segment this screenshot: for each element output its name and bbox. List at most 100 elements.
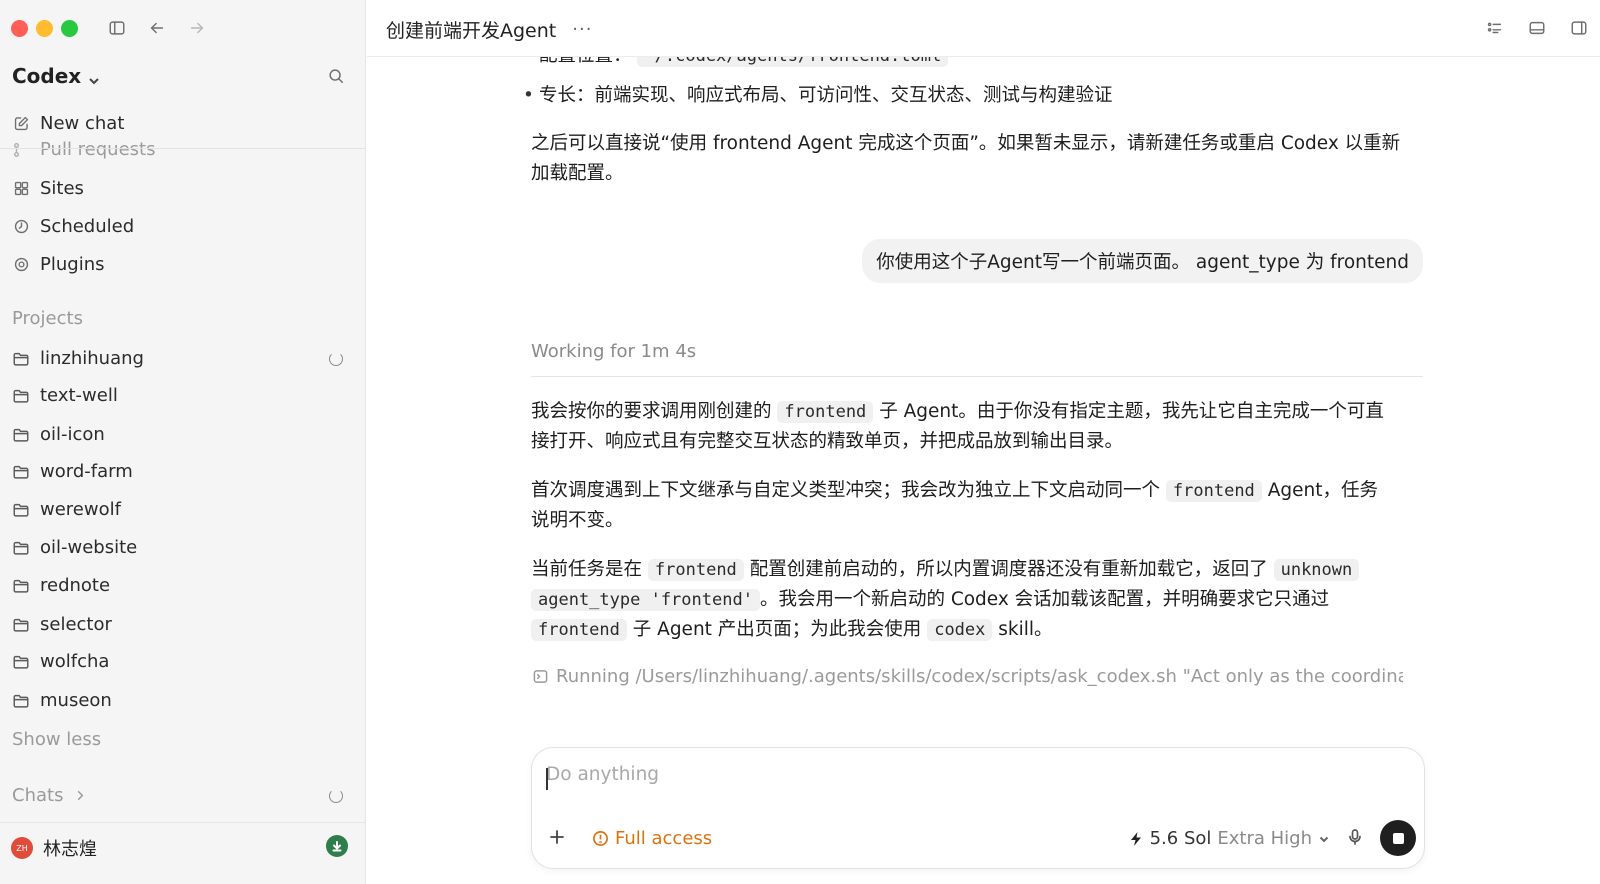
paragraph-line: 加载配置。 (531, 163, 624, 184)
sidebar-item-pull-requests[interactable]: Pull requests (12, 137, 312, 161)
chat-main: 创建前端开发Agent ··· 配置位置： ~/.codex/agents/fr… (367, 0, 1600, 884)
project-item-oil-icon[interactable]: oil-icon (12, 424, 343, 445)
chats-heading: Chats (12, 785, 64, 806)
folder-icon (12, 387, 30, 405)
user-message-bubble: 你使用这个子Agent写一个前端页面。 agent_type 为 fronten… (862, 239, 1423, 283)
sidebar: Codex New chat Pull requests Sites Sched… (0, 0, 366, 884)
message-composer: Full access 5.6 Sol Extra High (531, 747, 1425, 869)
stop-generation-button[interactable] (1380, 820, 1416, 856)
compose-icon (12, 115, 30, 133)
folder-icon (12, 692, 30, 710)
forward-arrow-icon[interactable] (186, 17, 208, 39)
new-chat-label: New chat (40, 113, 125, 134)
folder-icon (12, 501, 30, 519)
sidebar-item-plugins[interactable]: Plugins (12, 254, 104, 275)
lightning-icon (1130, 831, 1141, 846)
assistant-paragraph: 之后可以直接说“使用 frontend Agent 完成这个页面”。如果暂未显示… (531, 129, 1423, 189)
new-chat-button[interactable]: New chat (12, 113, 124, 134)
text-span: 子 Agent。由于你没有指定主题，我先让它自主完成一个可直 (879, 401, 1384, 422)
inline-code: frontend (647, 559, 744, 581)
folder-icon (12, 426, 30, 444)
specialty-text: 专长：前端实现、响应式布局、可访问性、交互状态、测试与构建验证 (539, 85, 1113, 106)
maximize-window-button[interactable] (61, 20, 78, 37)
text-span: 我会按你的要求调用刚创建的 (531, 401, 772, 422)
sites-icon (12, 180, 30, 198)
workspace-switcher[interactable]: Codex (12, 64, 101, 88)
text-span: 。我会用一个新启动的 Codex 会话加载该配置，并明确要求它只通过 (759, 589, 1330, 610)
project-label: wolfcha (40, 651, 110, 672)
sidebar-item-label: Sites (40, 178, 84, 199)
plus-icon (550, 830, 564, 844)
more-options-button[interactable]: ··· (572, 19, 592, 40)
task-list-icon[interactable] (1484, 17, 1506, 39)
assistant-paragraph: 当前任务是在 frontend 配置创建前启动的，所以内置调度器还没有重新加载它… (531, 555, 1423, 645)
sidebar-item-scheduled[interactable]: Scheduled (12, 216, 134, 237)
project-item-werewolf[interactable]: werewolf (12, 499, 343, 520)
chevron-right-icon (73, 789, 87, 803)
download-update-button[interactable] (326, 835, 348, 857)
sidebar-item-sites[interactable]: Sites (12, 178, 84, 199)
sidebar-item-label: Pull requests (40, 139, 156, 160)
inline-code: codex (927, 619, 993, 641)
header-actions (1484, 17, 1590, 39)
chevron-down-icon (87, 69, 101, 85)
project-item-word-farm[interactable]: word-farm (12, 461, 343, 482)
user-profile[interactable]: ZH 林志煌 (11, 835, 97, 861)
app-name: Codex (12, 64, 82, 88)
project-item-linzhihuang[interactable]: linzhihuang (12, 348, 343, 369)
loading-spinner-icon (329, 788, 343, 803)
access-level-button[interactable]: Full access (592, 828, 712, 849)
avatar: ZH (11, 837, 33, 859)
running-command-row[interactable]: Running /Users/linzhihuang/.agents/skill… (533, 666, 1403, 687)
download-icon (332, 841, 342, 852)
project-item-museon[interactable]: museon (12, 690, 343, 711)
minimize-window-button[interactable] (36, 20, 53, 37)
close-window-button[interactable] (11, 20, 28, 37)
paragraph-line: 之后可以直接说“使用 frontend Agent 完成这个页面”。如果暂未显示… (531, 133, 1401, 154)
project-label: museon (40, 690, 112, 711)
chevron-down-icon (1319, 836, 1329, 842)
search-icon[interactable] (325, 65, 347, 87)
inline-code: frontend (777, 401, 874, 423)
side-panel-icon[interactable] (1568, 17, 1590, 39)
access-label: Full access (615, 828, 713, 849)
divider (0, 148, 365, 149)
app-window: Codex New chat Pull requests Sites Sched… (0, 0, 1600, 884)
terminal-panel-icon[interactable] (1526, 17, 1548, 39)
sidebar-item-label: Plugins (40, 254, 105, 275)
add-attachment-button[interactable] (548, 828, 570, 850)
project-item-wolfcha[interactable]: wolfcha (12, 651, 343, 672)
window-controls (11, 20, 78, 37)
project-item-oil-website[interactable]: oil-website (12, 537, 343, 558)
inline-code: unknown (1273, 559, 1360, 581)
inline-code: agent_type 'frontend' (531, 589, 760, 611)
folder-icon (12, 577, 30, 595)
chat-header: 创建前端开发Agent ··· (367, 0, 1600, 57)
sidebar-toolbar (106, 17, 208, 39)
project-label: oil-website (40, 537, 138, 558)
voice-input-button[interactable] (1346, 828, 1368, 850)
text-caret (546, 768, 548, 790)
chat-title: 创建前端开发Agent (386, 20, 557, 42)
show-less-button[interactable]: Show less (12, 729, 101, 750)
text-span: 说明不变。 (531, 510, 624, 531)
model-name: 5.6 Sol (1149, 828, 1212, 849)
back-arrow-icon[interactable] (146, 17, 168, 39)
clock-icon (12, 218, 30, 236)
folder-icon (12, 539, 30, 557)
microphone-icon (1349, 829, 1361, 845)
model-selector[interactable]: 5.6 Sol Extra High (1128, 828, 1330, 849)
plugins-icon (12, 256, 30, 274)
folder-icon (12, 653, 30, 671)
chats-section-header[interactable]: Chats (12, 785, 343, 806)
loading-spinner-icon (329, 351, 343, 366)
message-input[interactable] (546, 764, 1406, 785)
project-item-selector[interactable]: selector (12, 614, 343, 635)
project-item-rednote[interactable]: rednote (12, 575, 343, 596)
sidebar-footer: ZH 林志煌 (0, 822, 365, 884)
sidebar-toggle-icon[interactable] (106, 17, 128, 39)
working-status[interactable]: Working for 1m 4s (531, 341, 696, 362)
project-label: rednote (40, 575, 111, 596)
project-label: linzhihuang (40, 348, 144, 369)
project-item-text-well[interactable]: text-well (12, 385, 343, 406)
